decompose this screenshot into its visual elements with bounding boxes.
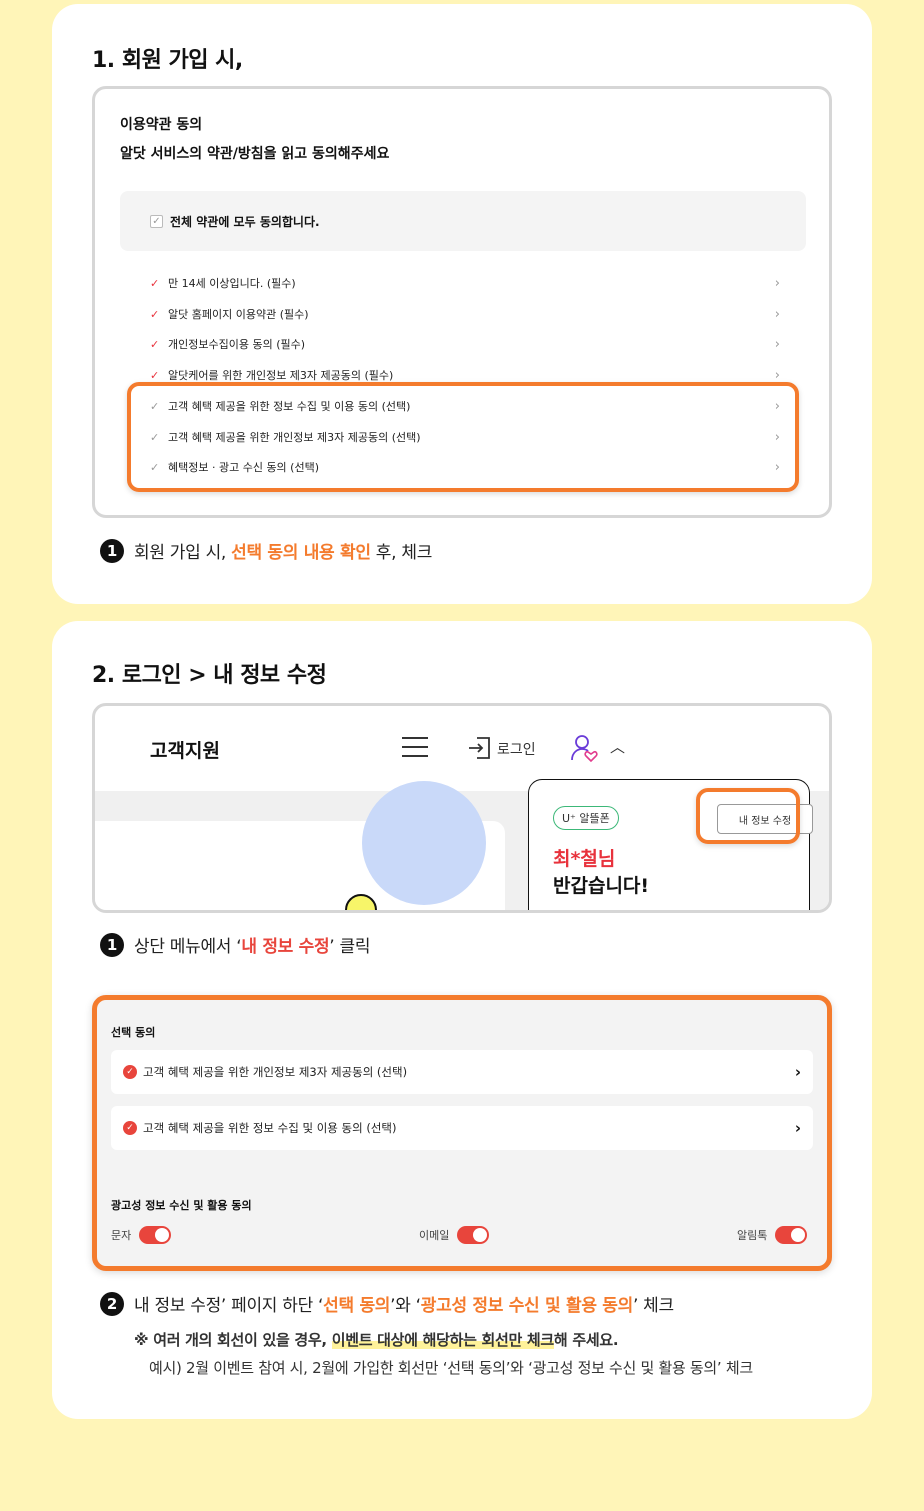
section1-title: 1. 회원 가입 시,: [92, 48, 243, 73]
chevron-right-icon[interactable]: ›: [775, 368, 780, 383]
alimtalk-toggle[interactable]: [775, 1226, 808, 1244]
marketing-consent-title: 광고성 정보 수신 및 활용 동의: [111, 1199, 252, 1212]
note-highlight: 선택 동의 내용 확인: [231, 543, 371, 563]
terms-heading: 이용약관 동의: [120, 117, 203, 133]
section2-card: 2. 로그인 > 내 정보 수정 고객지원 로그인 ︿ U⁺ 알뜰폰 내 정보 …: [52, 621, 872, 1419]
decorative-circle: [362, 781, 486, 905]
login-icon[interactable]: [467, 735, 493, 761]
optional-consent-title: 선택 동의: [111, 1026, 156, 1039]
note-text: ’와 ‘: [390, 1296, 421, 1316]
step-number-badge: 1: [100, 538, 124, 563]
chevron-right-icon[interactable]: ›: [775, 337, 780, 352]
term-item[interactable]: ✓ 개인정보수집이용 동의 (필수) ›: [150, 334, 780, 354]
check-circle-icon[interactable]: ✓: [123, 1065, 137, 1079]
chevron-right-icon[interactable]: ›: [795, 1063, 801, 1081]
term-item-label: 개인정보수집이용 동의 (필수): [168, 338, 306, 351]
hamburger-menu-icon[interactable]: [402, 737, 428, 757]
check-icon: ✓: [150, 276, 160, 290]
sub-note: ※ 여러 개의 회선이 있을 경우, 이벤트 대상에 해당하는 회선만 체크해 …: [134, 1329, 619, 1350]
email-toggle-group: 이메일: [419, 1226, 490, 1244]
term-item-label: 알닷케어를 위한 개인정보 제3자 제공동의 (필수): [168, 369, 394, 382]
terms-subheading: 알닷 서비스의 약관/방침을 읽고 동의해주세요: [120, 146, 390, 162]
sub-note-highlight: 이벤트 대상에 해당하는 회선만 체크: [331, 1331, 554, 1349]
greeting-text: 반갑습니다!: [553, 875, 650, 897]
chevron-up-icon[interactable]: ︿: [610, 736, 625, 757]
check-icon: ✓: [150, 337, 160, 351]
note-text: 후, 체크: [370, 543, 433, 563]
section2-note1: 1 상단 메뉴에서 ‘ 내 정보 수정 ’ 클릭: [100, 932, 370, 957]
chevron-right-icon[interactable]: ›: [795, 1119, 801, 1137]
consent-item[interactable]: ✓ 고객 혜택 제공을 위한 정보 수집 및 이용 동의 (선택) ›: [111, 1106, 813, 1150]
step-number-badge: 1: [100, 932, 124, 957]
section2-note2: 2 내 정보 수정’ 페이지 하단 ‘ 선택 동의 ’와 ‘ 광고성 정보 수신…: [100, 1291, 674, 1316]
checkbox-icon[interactable]: ✓: [150, 214, 163, 228]
term-item-label: 만 14세 이상입니다. (필수): [168, 277, 296, 290]
consent-item[interactable]: ✓ 고객 혜택 제공을 위한 개인정보 제3자 제공동의 (선택) ›: [111, 1050, 813, 1094]
toggle-label: 이메일: [419, 1229, 450, 1242]
check-circle-icon[interactable]: ✓: [123, 1121, 137, 1135]
edit-button-highlight: [696, 788, 800, 844]
sub-note-text: 해 주세요.: [553, 1331, 619, 1349]
note-text: 상단 메뉴에서 ‘: [134, 937, 242, 957]
check-icon: ✓: [150, 368, 160, 382]
chevron-right-icon[interactable]: ›: [775, 307, 780, 322]
login-link[interactable]: 로그인: [497, 739, 536, 759]
check-icon: ✓: [150, 307, 160, 321]
step-number-badge: 2: [100, 1291, 124, 1316]
chevron-right-icon[interactable]: ›: [775, 276, 780, 291]
term-item-label: 알닷 홈페이지 이용약관 (필수): [168, 308, 309, 321]
email-toggle[interactable]: [457, 1226, 490, 1244]
consent-item-label: 고객 혜택 제공을 위한 정보 수집 및 이용 동의 (선택): [143, 1121, 397, 1135]
note-text: ’ 체크: [632, 1296, 674, 1316]
optional-terms-highlight: [127, 382, 799, 492]
note-highlight: 선택 동의: [323, 1296, 391, 1316]
carrier-badge: U⁺ 알뜰폰: [553, 806, 619, 830]
section1-note: 1 회원 가입 시, 선택 동의 내용 확인 후, 체크: [100, 538, 432, 563]
terms-screenshot: 이용약관 동의 알닷 서비스의 약관/방침을 읽고 동의해주세요 ✓ 전체 약관…: [92, 86, 832, 518]
consent-item-label: 고객 혜택 제공을 위한 개인정보 제3자 제공동의 (선택): [143, 1065, 408, 1079]
note-text: ’ 클릭: [329, 937, 371, 957]
sub-note-text: ※ 여러 개의 회선이 있을 경우,: [134, 1331, 332, 1349]
section2-title: 2. 로그인 > 내 정보 수정: [92, 663, 327, 688]
user-icon[interactable]: [570, 733, 600, 763]
site-title: 고객지원: [150, 740, 220, 762]
note-highlight: 광고성 정보 수신 및 활용 동의: [420, 1296, 633, 1316]
term-item[interactable]: ✓ 알닷 홈페이지 이용약관 (필수) ›: [150, 304, 780, 324]
toggle-label: 문자: [111, 1229, 132, 1242]
note-text: 내 정보 수정’ 페이지 하단 ‘: [134, 1296, 324, 1316]
user-name: 최*철님: [553, 848, 616, 870]
agree-all-row[interactable]: ✓ 전체 약관에 모두 동의합니다.: [120, 191, 806, 251]
section1-card: 1. 회원 가입 시, 이용약관 동의 알닷 서비스의 약관/방침을 읽고 동의…: [52, 4, 872, 604]
note-text: 회원 가입 시,: [134, 543, 232, 563]
note-highlight: 내 정보 수정: [241, 937, 330, 957]
consent-settings-panel: 선택 동의 ✓ 고객 혜택 제공을 위한 개인정보 제3자 제공동의 (선택) …: [92, 995, 832, 1271]
alimtalk-toggle-group: 알림톡: [737, 1226, 808, 1244]
sms-toggle[interactable]: [139, 1226, 172, 1244]
example-note: 예시) 2월 이벤트 참여 시, 2월에 가입한 회선만 ‘선택 동의’와 ‘광…: [149, 1359, 753, 1377]
term-item[interactable]: ✓ 만 14세 이상입니다. (필수) ›: [150, 273, 780, 293]
toggle-label: 알림톡: [737, 1229, 768, 1242]
agree-all-label: 전체 약관에 모두 동의합니다.: [170, 214, 320, 229]
sms-toggle-group: 문자: [111, 1226, 172, 1244]
